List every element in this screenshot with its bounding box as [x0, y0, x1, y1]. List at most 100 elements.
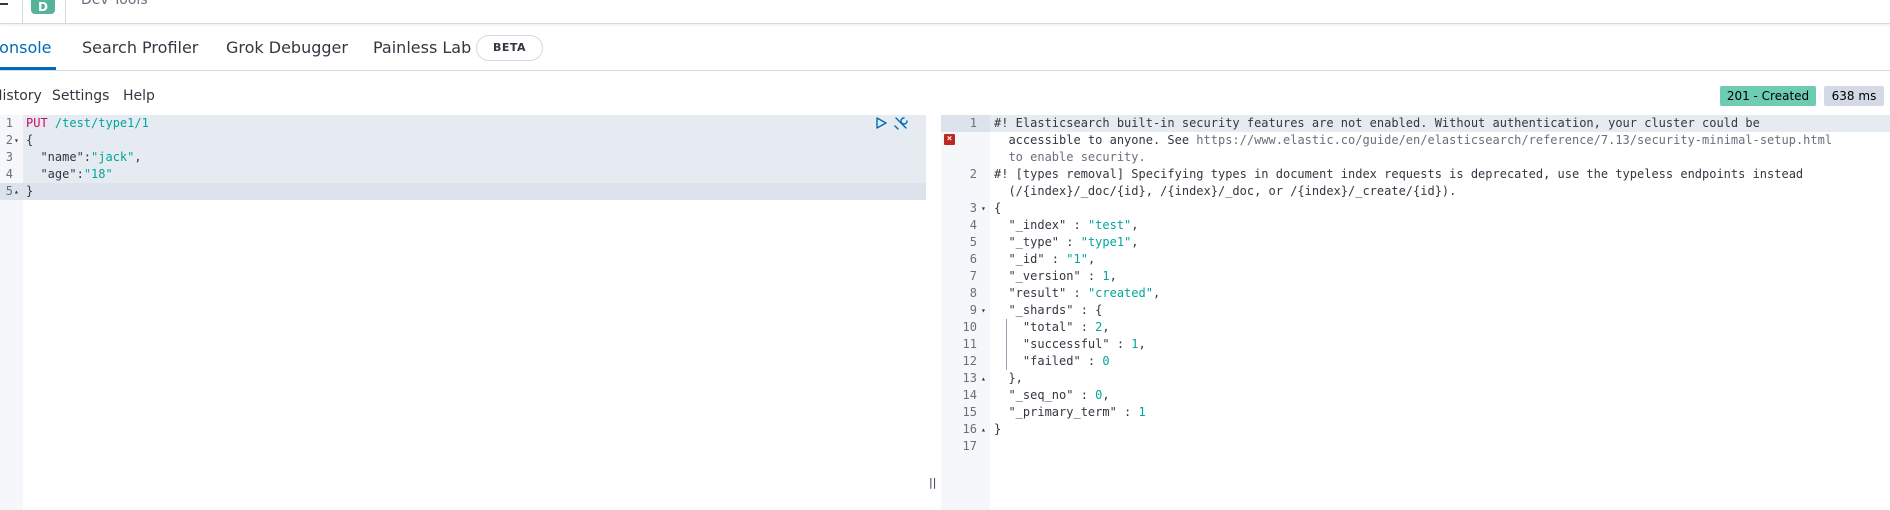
- output-line: 7 "_version" : 1,: [941, 268, 1890, 285]
- request-editor[interactable]: 1 PUT /test/type1/1 2 ▾ { 3 "name":"jack…: [0, 115, 926, 510]
- line-number: 15: [962, 405, 977, 419]
- json-key: "_version": [994, 269, 1081, 283]
- editor-line: 4 "age":"18": [0, 166, 926, 183]
- help-link[interactable]: Help: [123, 88, 155, 104]
- output-line: 3 ▾ {: [941, 200, 1890, 217]
- json-value: 1: [1138, 405, 1146, 419]
- json-value: 0: [1102, 354, 1110, 368]
- request-url: /test/type1/1: [47, 116, 149, 130]
- tab-console[interactable]: Console: [0, 38, 52, 57]
- line-number: 16: [962, 422, 977, 436]
- security-docs-link[interactable]: https://www.elastic.co/guide/en/elastics…: [1196, 133, 1832, 147]
- tab-painless-lab[interactable]: Painless Lab: [373, 38, 471, 57]
- output-line: 17: [941, 438, 1890, 455]
- tab-search-profiler[interactable]: Search Profiler: [82, 38, 198, 57]
- code-text: }: [26, 184, 34, 198]
- json-colon: :: [76, 167, 84, 181]
- line-number: 13: [962, 371, 977, 385]
- fold-up-icon[interactable]: ▴: [14, 183, 19, 200]
- line-number: 3: [5, 150, 13, 164]
- warning-text: accessible to anyone. See: [994, 133, 1197, 147]
- console-menu: History Settings Help: [0, 71, 1890, 115]
- output-line: 5 "_type" : "type1",: [941, 234, 1890, 251]
- line-number: 4: [5, 167, 13, 181]
- pane-resizer[interactable]: [926, 115, 941, 510]
- line-number: 11: [962, 337, 977, 351]
- warning-text: #! Elasticsearch built-in security featu…: [994, 116, 1760, 130]
- output-line: 12 "failed" : 0: [941, 353, 1890, 370]
- play-icon[interactable]: [875, 117, 887, 129]
- output-line: 9 ▾ "_shards" : {: [941, 302, 1890, 319]
- output-line: 16 ▴ }: [941, 421, 1890, 438]
- indent-guide: [1006, 319, 1007, 370]
- json-value: "1": [1066, 252, 1088, 266]
- json-brace: {: [994, 201, 1002, 215]
- output-line: 6 "_id" : "1",: [941, 251, 1890, 268]
- json-key: "_primary_term": [994, 405, 1117, 419]
- line-number: 3: [969, 201, 977, 215]
- json-value: "jack": [91, 150, 135, 164]
- fold-up-icon[interactable]: ▴: [981, 370, 986, 387]
- status-code-badge: 201 - Created: [1720, 86, 1816, 106]
- editor-line: 1 PUT /test/type1/1: [0, 115, 926, 132]
- line-number: 14: [962, 388, 977, 402]
- json-key: "_shards": [994, 303, 1074, 317]
- output-line-wrap: (/{index}/_doc/{id}, /{index}/_doc, or /…: [941, 183, 1890, 200]
- tab-grok-debugger[interactable]: Grok Debugger: [226, 38, 348, 57]
- warning-text: (/{index}/_doc/{id}, /{index}/_doc, or /…: [994, 184, 1457, 198]
- output-line: 15 "_primary_term" : 1: [941, 404, 1890, 421]
- menu-icon[interactable]: [0, 0, 8, 23]
- editor-line: 3 "name":"jack",: [0, 149, 926, 166]
- json-value: 2: [1095, 320, 1103, 334]
- active-tab-indicator: [0, 67, 56, 70]
- output-line-wrap: accessible to anyone. See https://www.el…: [941, 132, 1890, 149]
- editor-line: 5 ▴ }: [0, 183, 926, 200]
- json-key: "_index": [994, 218, 1067, 232]
- history-link[interactable]: History: [0, 88, 42, 104]
- output-line: 11 "successful" : 1,: [941, 336, 1890, 353]
- request-method: PUT: [26, 116, 48, 130]
- json-value: 0: [1095, 388, 1103, 402]
- json-value: 1: [1131, 337, 1139, 351]
- fold-down-icon[interactable]: ▾: [14, 132, 19, 149]
- beta-badge: BETA: [476, 35, 543, 61]
- fold-down-icon[interactable]: ▾: [981, 200, 986, 217]
- output-line: 10 "total" : 2,: [941, 319, 1890, 336]
- line-number: 10: [962, 320, 977, 334]
- line-number: 17: [962, 439, 977, 453]
- space-avatar[interactable]: D: [31, 0, 55, 14]
- settings-link[interactable]: Settings: [52, 88, 109, 104]
- json-brace: },: [994, 371, 1023, 385]
- drag-handle-icon[interactable]: ||: [929, 476, 936, 489]
- wrench-icon[interactable]: [893, 116, 909, 131]
- fold-down-icon[interactable]: ▾: [981, 302, 986, 319]
- request-time-badge: 638 ms: [1824, 86, 1884, 106]
- output-line-wrap: to enable security.: [941, 149, 1890, 166]
- json-key: "age": [26, 167, 77, 181]
- response-output: × 1 #! Elasticsearch built-in security f…: [941, 115, 1890, 510]
- line-number: 1: [969, 116, 977, 130]
- fold-up-icon[interactable]: ▴: [981, 421, 986, 438]
- header-divider: [65, 0, 66, 23]
- json-value: 1: [1102, 269, 1110, 283]
- json-comma: ,: [134, 150, 142, 164]
- line-number: 8: [969, 286, 977, 300]
- code-text: {: [26, 133, 34, 147]
- line-number: 6: [969, 252, 977, 266]
- json-key: "successful": [994, 337, 1110, 351]
- output-line: 8 "result" : "created",: [941, 285, 1890, 302]
- app-title: Dev Tools: [81, 0, 148, 8]
- top-header: D Dev Tools: [0, 0, 1890, 24]
- json-key: "result": [994, 286, 1067, 300]
- json-colon: :: [83, 150, 92, 164]
- output-line: 13 ▴ },: [941, 370, 1890, 387]
- output-line: 14 "_seq_no" : 0,: [941, 387, 1890, 404]
- json-brace: }: [994, 422, 1002, 436]
- line-number: 7: [969, 269, 977, 283]
- json-key: "name": [26, 150, 84, 164]
- output-line: 2 #! [types removal] Specifying types in…: [941, 166, 1890, 183]
- json-value: "created": [1087, 286, 1153, 300]
- line-number: 2: [969, 167, 977, 181]
- output-line: 4 "_index" : "test",: [941, 217, 1890, 234]
- line-number: 12: [962, 354, 977, 368]
